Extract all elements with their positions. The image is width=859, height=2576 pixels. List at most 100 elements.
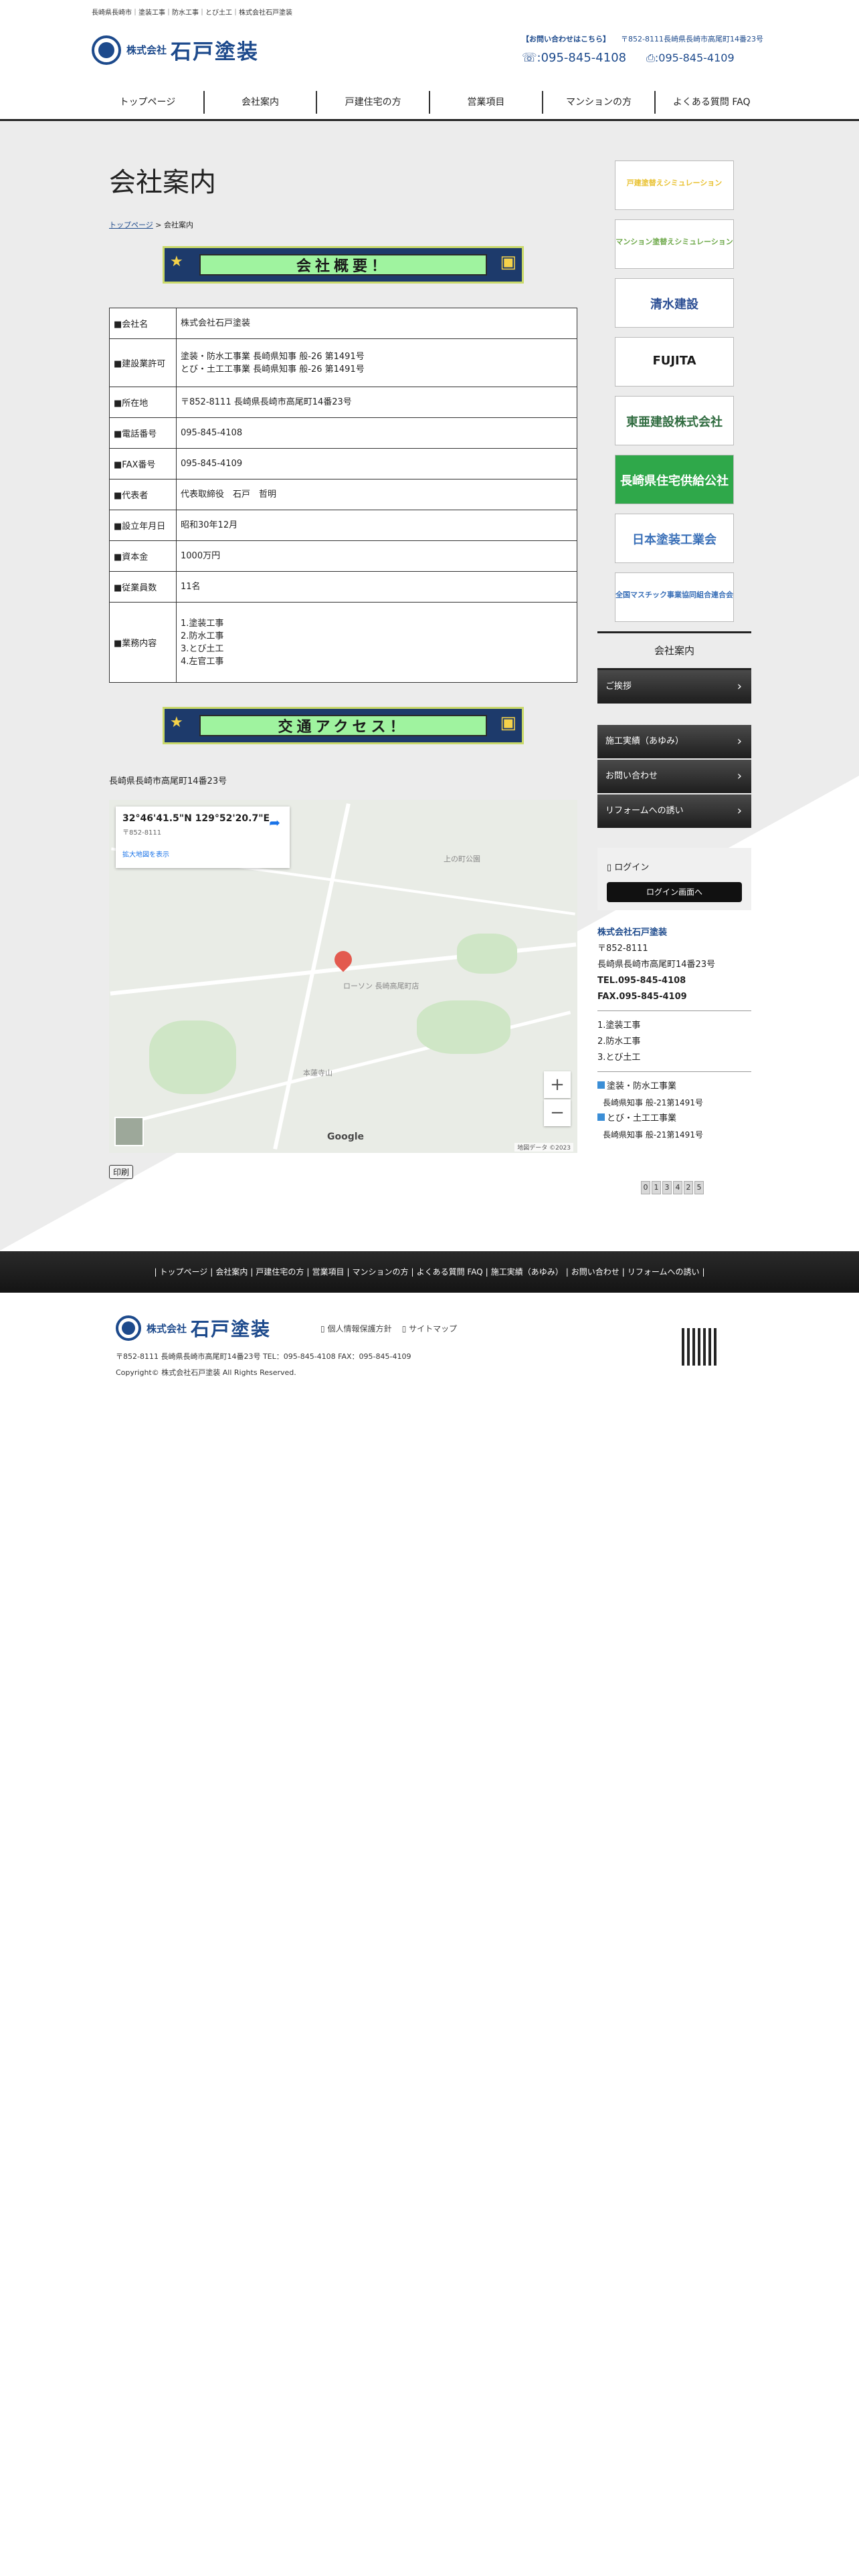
table-key: ■所在地	[109, 387, 177, 418]
lock-icon: ▯	[607, 863, 612, 873]
directions-icon[interactable]: ➦	[269, 815, 280, 831]
sidebar-banner[interactable]: FUJITA	[615, 337, 734, 387]
breadcrumb-home-link[interactable]: トップページ	[109, 221, 153, 229]
footer-nav-item[interactable]: 戸建住宅の方	[256, 1267, 304, 1277]
sidebar-banner[interactable]: 全国マスチック事業協同組合連合会	[615, 572, 734, 622]
table-key: ■会社名	[109, 308, 177, 339]
sidebar-banner[interactable]: 長崎県住宅供給公社	[615, 455, 734, 504]
footer-nav-item[interactable]: 施工実績（あゆみ）	[491, 1267, 563, 1277]
breadcrumb: トップページ > 会社案内	[109, 221, 193, 229]
nav-item[interactable]: 戸建住宅の方	[317, 91, 431, 114]
footer-nav-item[interactable]: 会社案内	[215, 1267, 248, 1277]
privacy-link[interactable]: ▯ 個人情報保護方針	[320, 1324, 391, 1333]
table-key: ■建設業許可	[109, 338, 177, 387]
counter-digit: 0	[641, 1181, 650, 1194]
counter-digit: 1	[652, 1181, 661, 1194]
company-overview-banner: ★ 会社概要！ ▣	[163, 246, 524, 284]
sidebar-menu-item[interactable]: 施工実績（あゆみ） ›	[597, 725, 751, 758]
table-row: ■会社名 株式会社石戸塗装	[109, 308, 577, 339]
footer-nav-separator: |	[411, 1267, 414, 1277]
logo-small-text: 株式会社	[147, 1322, 187, 1335]
nav-item[interactable]: トップページ	[92, 91, 205, 114]
service-item: 1.塗装工事	[597, 1021, 641, 1031]
map-park	[149, 1021, 236, 1094]
print-button[interactable]: 印刷	[109, 1165, 134, 1179]
star-icon: ★	[170, 714, 183, 731]
table-value: 塗装・防水工事業 長崎県知事 般-26 第1491号 とび・土工工事業 長崎県知事…	[176, 338, 577, 387]
sidebar-menu-item[interactable]: お問い合わせ ›	[597, 760, 751, 793]
footer-nav-item[interactable]: お問い合わせ	[571, 1267, 619, 1277]
site-logo[interactable]: 株式会社 石戸塗装	[92, 35, 259, 65]
access-address: 長崎県長崎市高尾町14番23号	[109, 776, 227, 786]
table-row: ■従業員数 11名	[109, 571, 577, 603]
sidebar-menu-item[interactable]: ご挨拶 ›	[597, 670, 751, 704]
footer-nav-item[interactable]: リフォームへの誘い	[628, 1267, 700, 1277]
map-coordinates: 32°46'41.5"N 129°52'20.7"E	[122, 813, 270, 824]
page-title: 会社案内	[109, 167, 216, 198]
table-value-line: 塗装・防水工事業 長崎県知事 般-26 第1491号	[181, 351, 365, 362]
counter-digit: 2	[684, 1181, 693, 1194]
header-address: 〒852-8111長崎県長崎市高尾町14番23号	[621, 35, 763, 43]
company-fax: FAX.095-845-4109	[597, 992, 687, 1002]
nav-item[interactable]: 営業項目	[430, 91, 543, 114]
nav-item[interactable]: よくある質問 FAQ	[656, 91, 767, 114]
sidebar-banner-label: マンション塗替えシミュレーション	[615, 237, 733, 246]
footer-nav-separator: |	[306, 1267, 310, 1277]
google-logo: Google	[327, 1132, 365, 1142]
table-value-line: 〒852-8111 長崎県長崎市高尾町14番23号	[181, 397, 352, 407]
header-topline: 長崎県長崎市｜塗装工事｜防水工事｜とび土工｜株式会社石戸塗装	[92, 9, 292, 17]
sidebar-banner-label: 全国マスチック事業協同組合連合会	[615, 591, 733, 599]
sidebar-menu-item[interactable]: リフォームへの誘い ›	[597, 794, 751, 828]
license-title: とび・土工工事業	[597, 1111, 751, 1127]
table-value-line: 株式会社石戸塗装	[181, 318, 251, 328]
sidebar-banner[interactable]: マンション塗替えシミュレーション	[615, 219, 734, 269]
table-key: ■電話番号	[109, 417, 177, 449]
sidebar-banner[interactable]: 清水建設	[615, 278, 734, 328]
footer-copyright: Copyright© 株式会社石戸塗装 All Rights Reserved.	[116, 1368, 296, 1377]
square-bullet-icon	[597, 1081, 605, 1089]
table-key: ■設立年月日	[109, 510, 177, 541]
counter-digit: 4	[673, 1181, 682, 1194]
table-row: ■建設業許可 塗装・防水工事業 長崎県知事 般-26 第1491号 とび・土工工事業…	[109, 338, 577, 387]
logo-company-name: 石戸塗装	[171, 40, 260, 64]
header-fax: ⎙:095-845-4109	[646, 51, 735, 64]
footer-nav-separator: |	[210, 1267, 213, 1277]
google-map[interactable]: ローソン 長崎高尾町店 本蓮寺山 上の町公園 32°46'41.5"N 129°…	[109, 800, 577, 1153]
sitemap-link[interactable]: ▯ サイトマップ	[402, 1324, 457, 1333]
table-value-line: 4.左官工事	[181, 656, 224, 667]
footer-nav-separator: |	[485, 1267, 488, 1277]
header-tel[interactable]: ☏:095-845-4108	[522, 51, 626, 65]
footer-nav-item[interactable]: マンションの方	[353, 1267, 409, 1277]
banner-label: 交通アクセス！	[199, 715, 487, 736]
table-key: ■代表者	[109, 479, 177, 510]
table-key: ■資本金	[109, 540, 177, 572]
footer-nav-item[interactable]: 営業項目	[312, 1267, 344, 1277]
footer-logo[interactable]: 株式会社 石戸塗装 ▯ 個人情報保護方針 ▯ サイトマップ	[116, 1315, 745, 1341]
footer-nav-item[interactable]: トップページ	[160, 1267, 208, 1277]
counter-digit: 5	[694, 1181, 704, 1194]
zoom-out-button[interactable]: −	[544, 1099, 571, 1126]
sidebar-banner[interactable]: 日本塗装工業会	[615, 514, 734, 563]
footer-nav-item[interactable]: よくある質問 FAQ	[417, 1267, 483, 1277]
counter-digit: 3	[662, 1181, 672, 1194]
nav-item[interactable]: マンションの方	[543, 91, 656, 114]
sidebar-banner[interactable]: 戸建塗替えシミュレーション	[615, 160, 734, 210]
map-layer-toggle[interactable]	[114, 1117, 144, 1146]
table-row: ■資本金 1000万円	[109, 540, 577, 572]
map-park	[457, 934, 517, 974]
zoom-in-button[interactable]: +	[544, 1071, 571, 1098]
login-button[interactable]: ログイン画面へ	[607, 882, 742, 902]
table-value-line: 095-845-4109	[181, 459, 243, 469]
chevron-right-icon: ›	[737, 769, 742, 783]
table-row: ■電話番号 095-845-4108	[109, 417, 577, 449]
table-key: ■業務内容	[109, 602, 177, 683]
service-item: 3.とび土工	[597, 1053, 641, 1063]
table-row: ■設立年月日 昭和30年12月	[109, 510, 577, 541]
footer-nav-separator: |	[622, 1267, 625, 1277]
nav-item[interactable]: 会社案内	[205, 91, 318, 114]
sidebar-banner[interactable]: 東亜建設株式会社	[615, 396, 734, 445]
map-enlarge-link[interactable]: 拡大地図を表示	[122, 849, 283, 859]
divider	[597, 1071, 751, 1072]
footer-links: ▯ 個人情報保護方針 ▯ サイトマップ	[320, 1323, 457, 1334]
map-place-label: ローソン 長崎高尾町店	[343, 982, 419, 990]
